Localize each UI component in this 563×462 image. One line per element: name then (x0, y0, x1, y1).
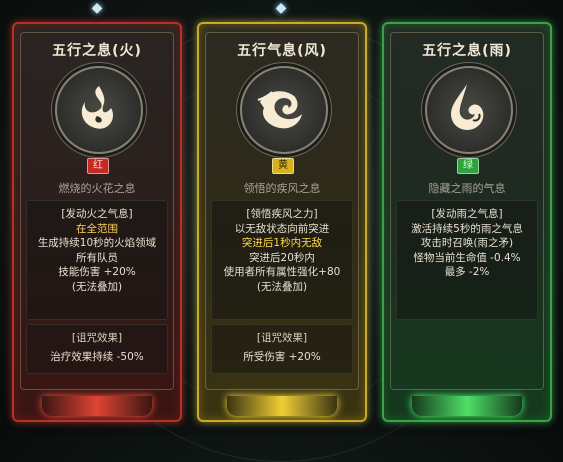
desc-line: 以无敌状态向前突进 (234, 222, 330, 235)
diamond-chevron-icon: ◆ (275, 0, 287, 16)
diamond-chevron-icon: ◆ (91, 0, 103, 16)
desc-line: 激活持续5秒的雨之气息 (411, 222, 523, 235)
curse-box: [诅咒效果] 治疗效果持续 -50% (26, 324, 168, 374)
description-box: [发动火之气息] 在全范围 生成持续10秒的火焰领域 所有队员 技能伤害 +20… (26, 200, 168, 320)
color-badge: 红 (87, 158, 109, 174)
wind-swirl-icon (240, 66, 328, 154)
curse-box: [诅咒效果] 所受伤害 +20% (211, 324, 353, 374)
card-glow-foot (42, 396, 152, 416)
card-wind[interactable]: 五行气息(风) 黄 领悟的疾风之息 [领悟疾风之力] 以无敌状态向前突进 突进后… (197, 22, 367, 422)
description-text: [发动火之气息] 在全范围 生成持续10秒的火焰领域 所有队员 技能伤害 +20… (27, 207, 167, 295)
desc-line: [发动雨之气息] (431, 208, 503, 220)
card-title: 五行气息(风) (237, 43, 327, 59)
card-title: 五行之息(火) (52, 43, 142, 59)
card-subtitle: 隐藏之雨的气息 (428, 182, 506, 195)
fire-swirl-icon (55, 66, 143, 154)
desc-line: 在全范围 (76, 222, 118, 235)
desc-line: (无法叠加) (71, 280, 123, 293)
desc-line: 最多 -2% (444, 266, 490, 279)
desc-line: 技能伤害 +20% (58, 266, 136, 279)
card-title: 五行之息(雨) (422, 43, 512, 59)
card-glow-foot (227, 396, 337, 416)
color-badge: 黄 (272, 158, 294, 174)
curse-effect: 治疗效果持续 -50% (50, 351, 144, 363)
card-subtitle: 领悟的疾风之息 (243, 182, 321, 195)
description-text: [发动雨之气息] 激活持续5秒的雨之气息 攻击时召唤(雨之矛) 怪物当前生命值 … (397, 207, 537, 280)
color-badge: 绿 (457, 158, 479, 174)
rain-drop-swirl-icon (425, 66, 513, 154)
desc-line: 生成持续10秒的火焰领域 (37, 237, 157, 250)
card-subtitle: 燃烧的火花之息 (58, 182, 136, 195)
desc-line: 使用者所有属性强化+80 (223, 266, 341, 279)
card-rain[interactable]: 五行之息(雨) 绿 隐藏之雨的气息 [发动雨之气息] 激活持续5秒的雨之气息 攻… (382, 22, 552, 422)
desc-line: 突进后1秒内无敌 (241, 237, 323, 250)
description-box: [领悟疾风之力] 以无敌状态向前突进 突进后1秒内无敌 突进后20秒内 使用者所… (211, 200, 353, 320)
desc-line: 攻击时召唤(雨之矛) (420, 237, 514, 250)
desc-line: 怪物当前生命值 -0.4% (413, 251, 521, 264)
desc-line: (无法叠加) (256, 280, 308, 293)
desc-line: [发动火之气息] (61, 208, 133, 220)
desc-line: 突进后20秒内 (249, 251, 315, 264)
curse-effect: 所受伤害 +20% (243, 351, 321, 363)
card-glow-foot (412, 396, 522, 416)
curse-heading: [诅咒效果] (256, 332, 308, 344)
curse-heading: [诅咒效果] (71, 332, 123, 344)
desc-line: 所有队员 (76, 251, 118, 264)
description-text: [领悟疾风之力] 以无敌状态向前突进 突进后1秒内无敌 突进后20秒内 使用者所… (212, 207, 352, 295)
description-box: [发动雨之气息] 激活持续5秒的雨之气息 攻击时召唤(雨之矛) 怪物当前生命值 … (396, 200, 538, 320)
desc-line: [领悟疾风之力] (246, 208, 318, 220)
card-fire[interactable]: 五行之息(火) 红 燃烧的火花之息 [发动火之气息] 在全范围 生成持续10秒的… (12, 22, 182, 422)
